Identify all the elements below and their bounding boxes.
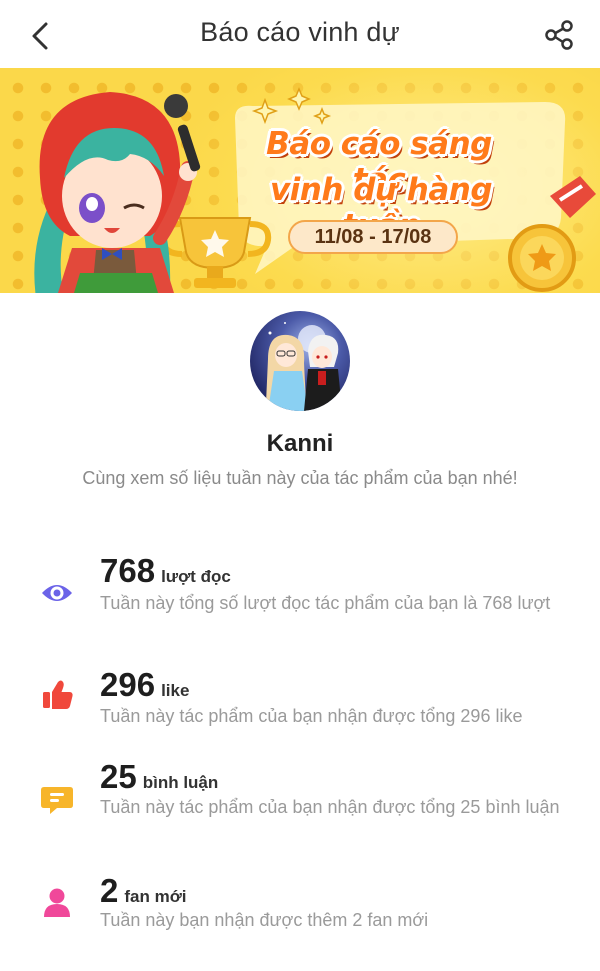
stat-fans-value: 2 (100, 872, 119, 909)
weekly-report-banner: Báo cáo sáng tác vinh dự hàng tuần 11/08… (0, 68, 600, 293)
stat-fans-description: Tuần này bạn nhận được thêm 2 fan mới (100, 910, 429, 930)
stat-comments-headline: 25 bình luận (100, 758, 218, 796)
stat-likes-value: 296 (100, 666, 156, 703)
stat-reads-description: Tuần này tổng số lượt đọc tác phẩm của b… (100, 593, 551, 613)
stat-comments-value: 25 (100, 758, 137, 795)
page-title: Báo cáo vinh dự (200, 17, 400, 47)
sparkle-icon (251, 87, 332, 126)
report-subtitle: Cùng xem số liệu tuần này của tác phẩm c… (82, 468, 518, 488)
stat-fans-unit: fan mới (124, 887, 187, 906)
eye-icon (42, 585, 72, 601)
stat-likes-headline: 296 like (100, 666, 189, 704)
avatar[interactable] (250, 311, 350, 411)
user-icon (44, 888, 70, 917)
stat-reads-unit: lượt đọc (161, 567, 231, 586)
stat-comments-unit: bình luận (142, 773, 219, 792)
date-range-badge: 11/08 - 17/08 (288, 220, 458, 254)
stat-reads-value: 768 (100, 552, 156, 589)
stat-likes-unit: like (161, 681, 190, 700)
top-app-bar: Báo cáo vinh dự (0, 0, 600, 68)
stat-reads-headline: 768 lượt đọc (100, 552, 231, 590)
thumbs-up-icon (43, 680, 73, 709)
stat-fans-headline: 2 fan mới (100, 872, 187, 910)
author-name: Kanni (266, 430, 334, 457)
comment-icon (41, 787, 73, 814)
share-button[interactable] (540, 16, 578, 54)
share-icon (545, 20, 573, 50)
avatar-illustration (250, 311, 350, 411)
stat-comments-description: Tuần này tác phẩm của bạn nhận được tổng… (100, 797, 560, 817)
mascot-character (34, 92, 201, 293)
stat-likes-description: Tuần này tác phẩm của bạn nhận được tổng… (100, 706, 523, 726)
